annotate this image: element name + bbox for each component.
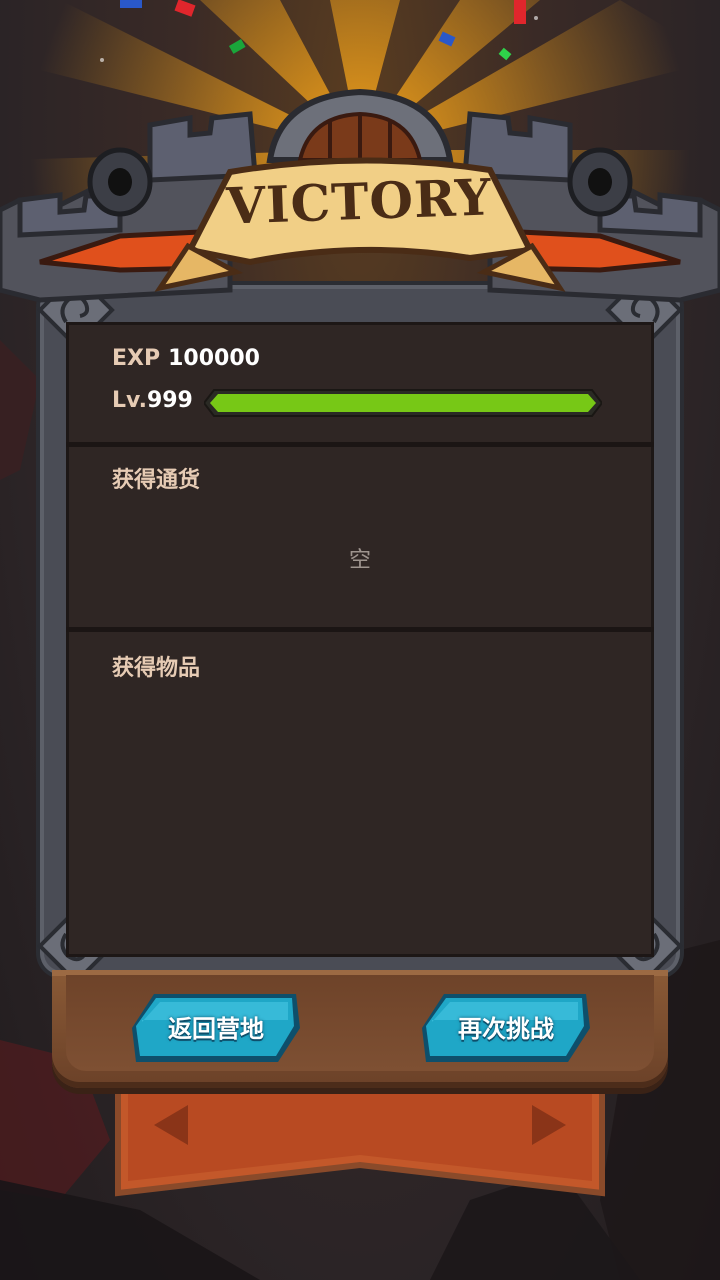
challenge-again-button[interactable]: 再次挑战 bbox=[418, 990, 594, 1066]
exp-section bbox=[66, 322, 654, 442]
level-display: Lv.999 bbox=[112, 388, 193, 413]
return-to-camp-label: 返回营地 bbox=[168, 1015, 264, 1043]
exp-label: EXP bbox=[112, 346, 161, 371]
victory-title: VICTORY bbox=[225, 167, 493, 236]
currency-title: 获得通货 bbox=[112, 468, 201, 493]
victory-screen: EXP 100000 Lv.999 获得通货 空 获得物品 返回营地 再次挑战 … bbox=[0, 0, 720, 1280]
exp-value: 100000 bbox=[168, 346, 260, 371]
bottom-banner bbox=[115, 1085, 605, 1197]
items-title: 获得物品 bbox=[112, 656, 201, 681]
level-prefix: Lv. bbox=[112, 388, 147, 413]
challenge-again-label: 再次挑战 bbox=[458, 1015, 554, 1043]
return-to-camp-button[interactable]: 返回营地 bbox=[128, 990, 304, 1066]
xp-progress-bar bbox=[204, 389, 602, 417]
exp-display: EXP 100000 bbox=[112, 346, 260, 371]
level-value: 999 bbox=[146, 388, 193, 413]
currency-empty-text: 空 bbox=[348, 548, 371, 573]
xp-progress-fill bbox=[210, 394, 596, 412]
